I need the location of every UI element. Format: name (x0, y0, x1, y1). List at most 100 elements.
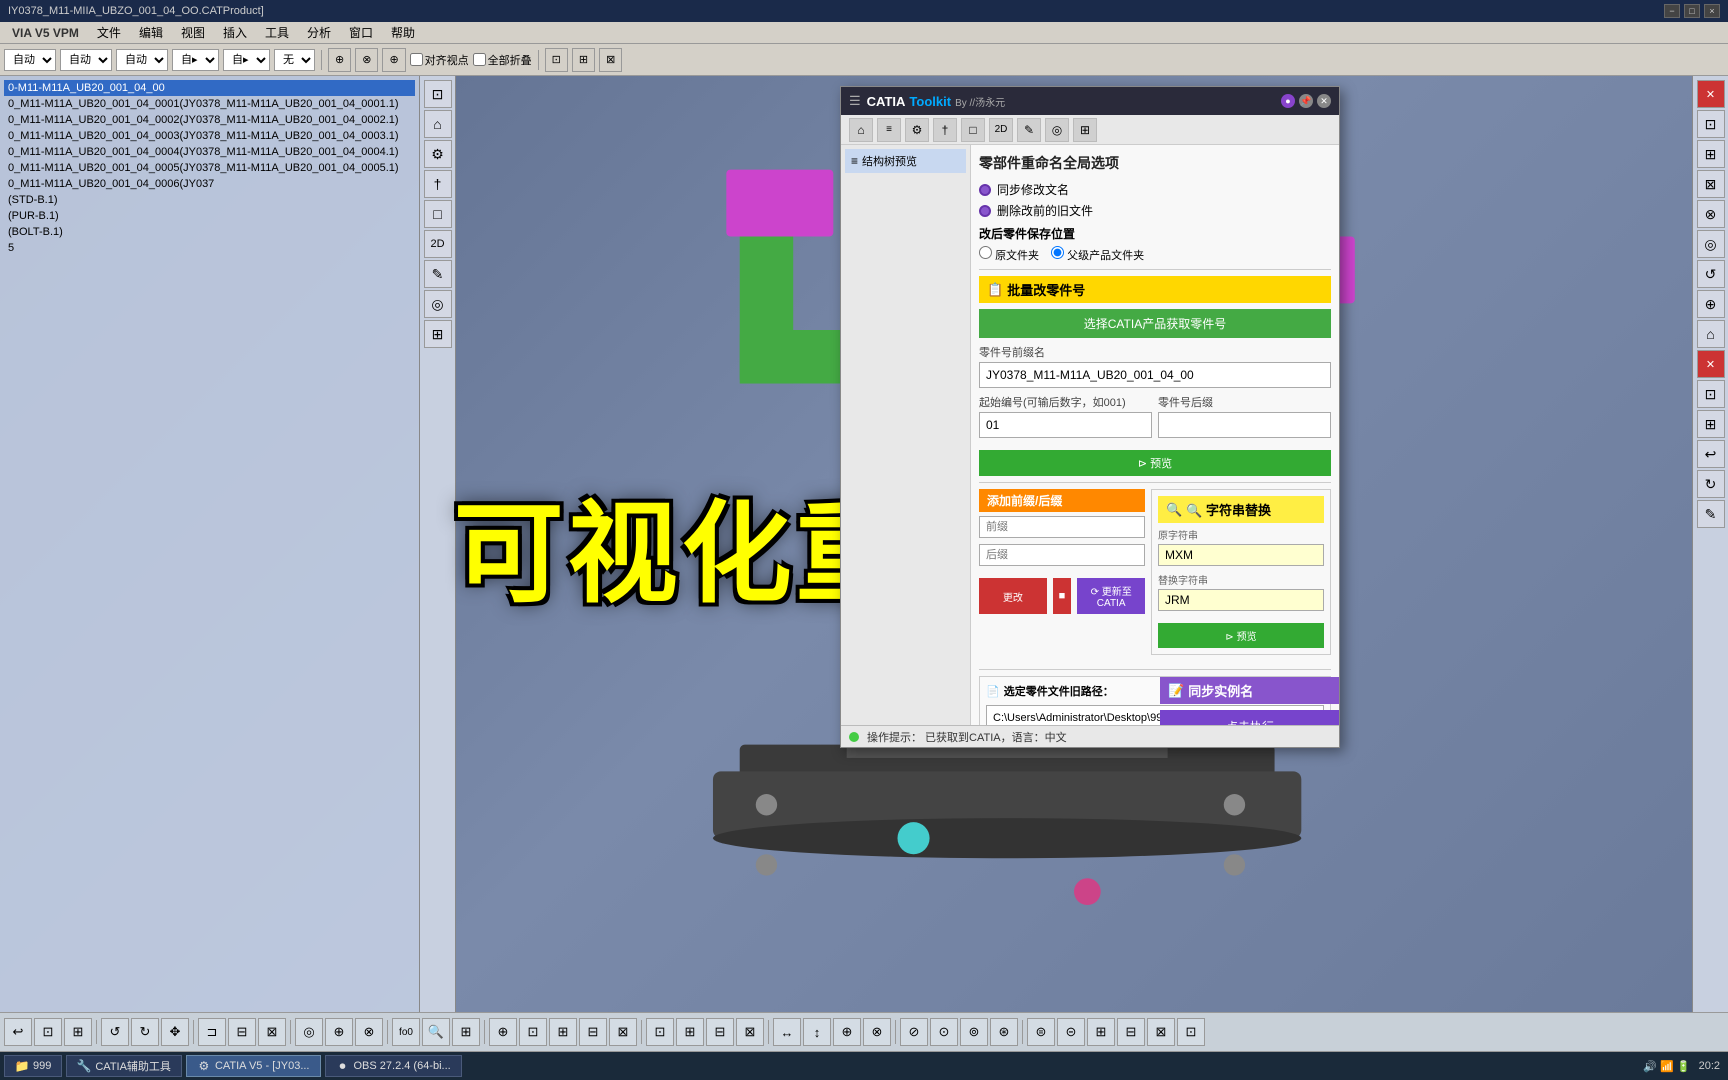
bt-icon-3[interactable]: ⊞ (64, 1018, 92, 1046)
serial-input[interactable] (979, 412, 1152, 438)
taskbar-item-2[interactable]: 🔧 CATIA辅助工具 (66, 1055, 182, 1077)
option2-radio[interactable] (979, 205, 991, 217)
menu-file[interactable]: 文件 (89, 22, 129, 43)
bt-icon-20[interactable]: ⊟ (706, 1018, 734, 1046)
nav-icon-pencil[interactable]: ✎ (1017, 118, 1041, 142)
bt-icon-22[interactable]: ↔ (773, 1018, 801, 1046)
menu-help[interactable]: 帮助 (383, 22, 423, 43)
save-option2-label[interactable]: 父级产品文件夹 (1051, 246, 1144, 263)
bt-icon-search[interactable]: 🔍 (422, 1018, 450, 1046)
right-icon-9[interactable]: ✕ (1697, 350, 1725, 378)
bt-icon-23[interactable]: ↕ (803, 1018, 831, 1046)
nav-icon-cross[interactable]: † (933, 118, 957, 142)
prefix-red-btn[interactable]: ■ (1053, 578, 1072, 614)
bt-icon-15[interactable]: ⊞ (549, 1018, 577, 1046)
bt-icon-18[interactable]: ⊡ (646, 1018, 674, 1046)
bt-icon-25[interactable]: ⊗ (863, 1018, 891, 1046)
right-icon-13[interactable]: ↻ (1697, 470, 1725, 498)
left-icon-3[interactable]: ⚙ (424, 140, 452, 168)
toolbar-icon-box3[interactable]: ⊠ (599, 48, 622, 72)
left-icon-1[interactable]: ⊡ (424, 80, 452, 108)
bt-icon-31[interactable]: ⊝ (1057, 1018, 1085, 1046)
right-icon-8[interactable]: ⌂ (1697, 320, 1725, 348)
right-icon-7[interactable]: ⊕ (1697, 290, 1725, 318)
preview-btn-2[interactable]: ⊳ 预览 (1158, 623, 1324, 648)
tree-item-4[interactable]: 0_M11-M11A_UB20_001_04_0004(JY0378_M11-M… (4, 144, 415, 160)
bt-icon-6[interactable]: ✥ (161, 1018, 189, 1046)
unfold-checkbox-label[interactable]: 全部折叠 (473, 52, 532, 68)
right-icon-close[interactable]: ✕ (1697, 80, 1725, 108)
toolbar-select-5[interactable]: 自▸ (223, 49, 270, 71)
toolbar-select-4[interactable]: 自▸ (172, 49, 219, 71)
align-checkbox[interactable] (410, 53, 423, 66)
bt-icon-32[interactable]: ⊞ (1087, 1018, 1115, 1046)
bt-icon-21[interactable]: ⊠ (736, 1018, 764, 1046)
bt-icon-2[interactable]: ⊡ (34, 1018, 62, 1046)
tree-item-1[interactable]: 0_M11-M11A_UB20_001_04_0001(JY0378_M11-M… (4, 96, 415, 112)
unfold-checkbox[interactable] (473, 53, 486, 66)
bt-icon-10[interactable]: ◎ (295, 1018, 323, 1046)
toolbar-icon-1[interactable]: ⊕ (328, 48, 351, 72)
align-checkbox-label[interactable]: 对齐视点 (410, 52, 469, 68)
suffix-input[interactable] (1158, 412, 1331, 438)
menu-window[interactable]: 窗口 (341, 22, 381, 43)
tree-item-8[interactable]: (PUR-B.1) (4, 208, 415, 224)
nav-icon-struct[interactable]: ≡ (877, 118, 901, 142)
save-option1-label[interactable]: 原文件夹 (979, 246, 1039, 263)
execute-btn[interactable]: 点击执行 (1160, 710, 1339, 725)
nav-icon-gear[interactable]: ⚙ (905, 118, 929, 142)
minimize-button[interactable]: − (1664, 4, 1680, 18)
right-icon-3[interactable]: ⊠ (1697, 170, 1725, 198)
left-icon-4[interactable]: † (424, 170, 452, 198)
toolbar-select-2[interactable]: 自动 (60, 49, 112, 71)
nav-icon-home[interactable]: ⌂ (849, 118, 873, 142)
tree-item-7[interactable]: (STD-B.1) (4, 192, 415, 208)
toolbar-icon-2[interactable]: ⊗ (355, 48, 378, 72)
nav-icon-box[interactable]: □ (961, 118, 985, 142)
tree-item-6[interactable]: 0_M11-M11A_UB20_001_04_0006(JY037 (4, 176, 415, 192)
save-radio-1[interactable] (979, 246, 992, 259)
menu-edit[interactable]: 编辑 (131, 22, 171, 43)
bt-icon-17[interactable]: ⊠ (609, 1018, 637, 1046)
bt-icon-9[interactable]: ⊠ (258, 1018, 286, 1046)
right-icon-10[interactable]: ⊡ (1697, 380, 1725, 408)
right-icon-2[interactable]: ⊞ (1697, 140, 1725, 168)
menu-tools[interactable]: 工具 (257, 22, 297, 43)
bt-icon-16[interactable]: ⊟ (579, 1018, 607, 1046)
tree-item-3[interactable]: 0_M11-M11A_UB20_001_04_0003(JY0378_M11-M… (4, 128, 415, 144)
add-prefix-input-1[interactable] (979, 516, 1145, 538)
tk-left-struct-preview[interactable]: ≡ 结构树预览 (845, 149, 966, 173)
left-icon-6[interactable]: 2D (424, 230, 452, 258)
taskbar-item-3[interactable]: ⚙ CATIA V5 - [JY03... (186, 1055, 321, 1077)
toolbar-select-6[interactable]: 无 (274, 49, 315, 71)
toolbar-icon-box2[interactable]: ⊞ (572, 48, 595, 72)
right-icon-11[interactable]: ⊞ (1697, 410, 1725, 438)
bt-icon-29[interactable]: ⊛ (990, 1018, 1018, 1046)
bt-icon-14[interactable]: ⊡ (519, 1018, 547, 1046)
toolbar-icon-box1[interactable]: ⊡ (545, 48, 568, 72)
bt-icon-12[interactable]: ⊗ (355, 1018, 383, 1046)
toolbar-icon-3[interactable]: ⊕ (382, 48, 405, 72)
toolkit-minimize-btn[interactable]: ● (1281, 94, 1295, 108)
part-num-input[interactable] (979, 362, 1331, 388)
bt-icon-26[interactable]: ⊘ (900, 1018, 928, 1046)
bt-icon-4[interactable]: ↺ (101, 1018, 129, 1046)
menu-view[interactable]: 视图 (173, 22, 213, 43)
right-icon-14[interactable]: ✎ (1697, 500, 1725, 528)
bt-icon-grid[interactable]: ⊞ (452, 1018, 480, 1046)
bt-icon-33[interactable]: ⊟ (1117, 1018, 1145, 1046)
close-button[interactable]: × (1704, 4, 1720, 18)
tree-item-root[interactable]: 0-M11-M11A_UB20_001_04_00 (4, 80, 415, 96)
left-icon-copy[interactable]: ⊞ (424, 320, 452, 348)
save-radio-2[interactable] (1051, 246, 1064, 259)
bt-icon-7[interactable]: ⊐ (198, 1018, 226, 1046)
update-catia-btn[interactable]: ⟳ 更新至CATIA (1077, 578, 1145, 614)
nav-icon-2d[interactable]: 2D (989, 118, 1013, 142)
replace-from-input[interactable] (1158, 544, 1324, 566)
bt-icon-19[interactable]: ⊞ (676, 1018, 704, 1046)
nav-icon-circle[interactable]: ◎ (1045, 118, 1069, 142)
add-prefix-input-2[interactable] (979, 544, 1145, 566)
change-btn[interactable]: 更改 (979, 578, 1047, 614)
bt-icon-11[interactable]: ⊕ (325, 1018, 353, 1046)
replace-to-input[interactable] (1158, 589, 1324, 611)
